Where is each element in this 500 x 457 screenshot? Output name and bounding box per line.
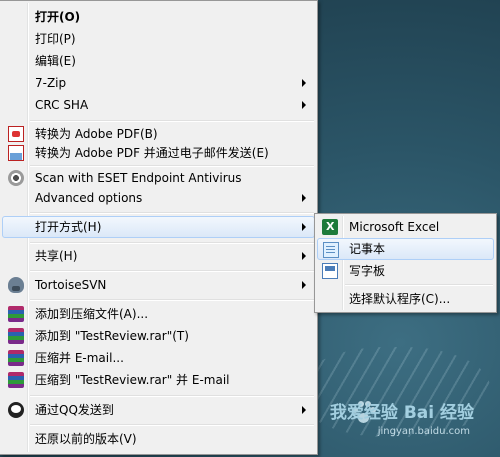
menu-separator <box>30 424 314 426</box>
menu-item-send-via-qq[interactable]: 通过QQ发送到 <box>2 399 315 421</box>
submenu-item-label: 选择默认程序(C)... <box>349 292 451 306</box>
submenu-arrow-icon <box>302 281 306 289</box>
submenu-item-notepad[interactable]: 记事本 <box>317 238 494 260</box>
winrar-icon <box>8 328 24 344</box>
menu-item-crc-sha[interactable]: CRC SHA <box>2 94 315 116</box>
context-menu: 打开(O) 打印(P) 编辑(E) 7-Zip CRC SHA 转换为 Adob… <box>0 0 318 455</box>
watermark-url: jingyan.baidu.com <box>377 426 470 437</box>
submenu-arrow-icon <box>302 223 306 231</box>
menu-separator <box>30 270 314 272</box>
menu-item-label: 编辑(E) <box>35 54 76 68</box>
winrar-icon <box>8 372 24 388</box>
submenu-item-choose-default[interactable]: 选择默认程序(C)... <box>317 288 494 310</box>
menu-item-open-with[interactable]: 打开方式(H) <box>2 216 315 238</box>
menu-separator <box>345 284 493 286</box>
qq-icon <box>8 402 24 418</box>
submenu-arrow-icon <box>302 194 306 202</box>
adobe-pdf-icon <box>8 126 24 142</box>
submenu-item-label: 写字板 <box>349 264 386 278</box>
winrar-icon <box>8 350 24 366</box>
menu-item-7zip[interactable]: 7-Zip <box>2 72 315 94</box>
menu-item-compress-to-rar-email[interactable]: 压缩到 "TestReview.rar" 并 E-mail <box>2 369 315 391</box>
menu-item-share[interactable]: 共享(H) <box>2 245 315 267</box>
submenu-item-excel[interactable]: Microsoft Excel <box>317 216 494 238</box>
menu-item-restore-versions[interactable]: 还原以前的版本(V) <box>2 428 315 450</box>
menu-item-print[interactable]: 打印(P) <box>2 28 315 50</box>
menu-item-label: 打开(O) <box>35 10 81 24</box>
wallpaper-decoration <box>300 347 490 437</box>
menu-item-convert-pdf-email[interactable]: 转换为 Adobe PDF 并通过电子邮件发送(E) <box>2 142 315 164</box>
notepad-icon <box>323 242 339 258</box>
menu-item-label: 通过QQ发送到 <box>35 403 114 417</box>
menu-item-label: 添加到压缩文件(A)... <box>35 307 149 321</box>
menu-item-label: 转换为 Adobe PDF 并通过电子邮件发送(E) <box>35 146 269 160</box>
eset-icon <box>8 170 24 186</box>
submenu-arrow-icon <box>302 101 306 109</box>
submenu-arrow-icon <box>302 406 306 414</box>
menu-item-label: 还原以前的版本(V) <box>35 432 137 446</box>
menu-item-label: 共享(H) <box>35 249 78 263</box>
tortoisesvn-icon <box>8 277 24 293</box>
watermark-text: 我爱经验 Bai 经验 <box>329 403 474 423</box>
menu-separator <box>30 120 314 122</box>
menu-item-label: Advanced options <box>35 191 143 205</box>
adobe-pdf-email-icon <box>8 145 24 161</box>
submenu-item-label: 记事本 <box>349 242 386 256</box>
submenu-item-label: Microsoft Excel <box>349 220 440 234</box>
menu-item-tortoisesvn[interactable]: TortoiseSVN <box>2 274 315 296</box>
menu-item-compress-email[interactable]: 压缩并 E-mail... <box>2 347 315 369</box>
menu-item-label: 压缩并 E-mail... <box>35 351 124 365</box>
menu-separator <box>30 242 314 244</box>
menu-item-label: Scan with ESET Endpoint Antivirus <box>35 171 242 185</box>
menu-separator <box>30 299 314 301</box>
menu-item-label: 打印(P) <box>35 32 76 46</box>
wordpad-icon <box>322 263 338 279</box>
open-with-submenu: Microsoft Excel 记事本 写字板 选择默认程序(C)... <box>314 213 497 313</box>
menu-item-open[interactable]: 打开(O) <box>2 6 315 28</box>
menu-item-label: CRC SHA <box>35 98 89 112</box>
menu-item-edit[interactable]: 编辑(E) <box>2 50 315 72</box>
submenu-arrow-icon <box>302 79 306 87</box>
menu-item-label: 添加到 "TestReview.rar"(T) <box>35 329 189 343</box>
menu-item-advanced-options[interactable]: Advanced options <box>2 187 315 209</box>
winrar-icon <box>8 306 24 322</box>
menu-item-label: TortoiseSVN <box>35 278 107 292</box>
menu-item-add-to-rar[interactable]: 添加到 "TestReview.rar"(T) <box>2 325 315 347</box>
menu-separator <box>30 395 314 397</box>
menu-item-label: 打开方式(H) <box>35 220 102 234</box>
menu-item-label: 7-Zip <box>35 76 67 90</box>
submenu-arrow-icon <box>302 252 306 260</box>
menu-item-label: 压缩到 "TestReview.rar" 并 E-mail <box>35 373 230 387</box>
submenu-item-wordpad[interactable]: 写字板 <box>317 260 494 282</box>
menu-separator <box>30 212 314 214</box>
menu-item-add-to-archive[interactable]: 添加到压缩文件(A)... <box>2 303 315 325</box>
menu-item-eset-scan[interactable]: Scan with ESET Endpoint Antivirus <box>2 167 315 189</box>
excel-icon <box>322 216 338 238</box>
